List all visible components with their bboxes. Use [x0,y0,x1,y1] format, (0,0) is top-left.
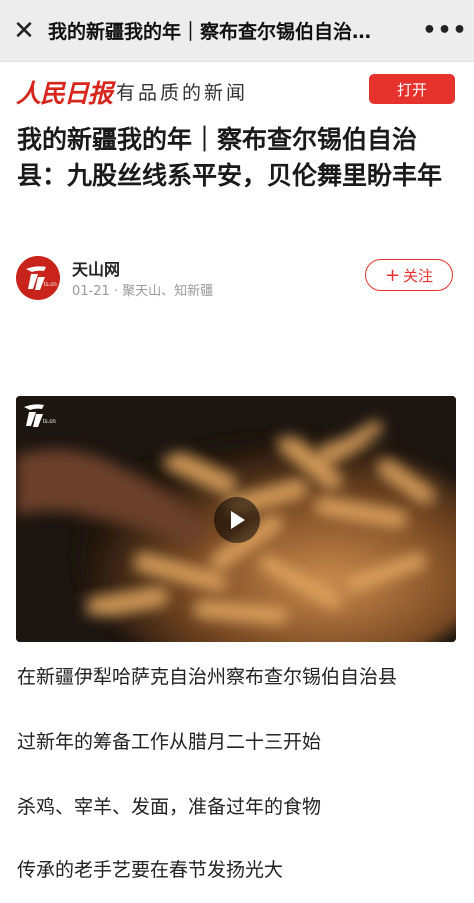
article-paragraph: 在新疆伊犁哈萨克自治州察布查尔锡伯自治县 [17,666,398,688]
top-navigation-bar: ✕ 我的新疆我的年｜察布查尔锡伯自治… ••• [0,0,474,62]
tianshan-watermark-icon: ts.cn [22,402,56,428]
play-icon[interactable] [214,497,260,543]
svg-text:ts.cn: ts.cn [43,419,56,425]
video-player[interactable]: ts.cn [16,396,456,642]
author-meta: 01-21 · 聚天山、知新疆 [72,284,214,299]
plus-icon: + [384,264,401,286]
close-icon[interactable]: ✕ [2,0,46,62]
brand-slogan: 有品质的新闻 [116,82,249,104]
article-paragraph: 杀鸡、宰羊、发面，准备过年的食物 [17,796,322,818]
page-title: 我的新疆我的年｜察布查尔锡伯自治… [48,21,372,43]
more-dots-icon[interactable]: ••• [416,0,474,62]
article-title: 我的新疆我的年｜察布查尔锡伯自治县：九股丝线系平安，贝伦舞里盼丰年 [17,125,443,190]
brand-logo: 人民日报 [16,79,113,108]
article-paragraph: 过新年的筹备工作从腊月二十三开始 [17,731,322,753]
tianshan-logo-icon[interactable]: ts.cn [16,256,60,300]
open-app-button[interactable]: 打开 [369,74,455,104]
author-name[interactable]: 天山网 [72,256,120,280]
article-paragraph: 传承的老手艺要在春节发扬光大 [17,859,284,881]
follow-label: 关注 [403,266,434,285]
follow-button[interactable]: + 关注 [365,259,453,291]
svg-text:ts.cn: ts.cn [44,282,57,288]
